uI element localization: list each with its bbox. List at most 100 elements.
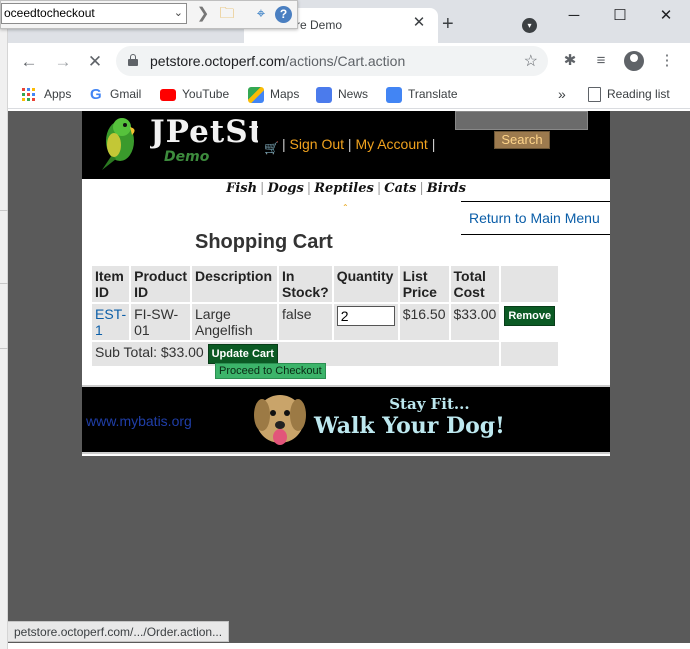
category-reptiles[interactable]: Reptiles (314, 181, 374, 196)
desktop-background (0, 0, 8, 649)
column-header: Total Cost (450, 266, 500, 302)
column-header: Quantity (333, 266, 398, 302)
category-cats[interactable]: Cats (384, 181, 416, 196)
bookmark-star-icon[interactable]: ☆ (524, 51, 538, 71)
google-icon: G (90, 85, 102, 103)
reading-list-label: Reading list (607, 87, 670, 101)
stop-loading-icon[interactable]: ✕ (84, 51, 106, 73)
total-cost: $33.00 (450, 304, 500, 340)
page-viewport: JPetStore Demo 🛒 | Sign Out | My Account… (8, 111, 690, 643)
search-button[interactable]: Search (494, 131, 550, 149)
new-tab-icon[interactable]: + (442, 14, 454, 34)
category-fish[interactable]: Fish (226, 181, 257, 196)
quantity-input[interactable] (336, 306, 395, 326)
column-header: Description (192, 266, 278, 302)
mybatis-link[interactable]: www.mybatis.org (86, 413, 192, 429)
profile-avatar-icon[interactable] (624, 51, 644, 71)
help-icon[interactable]: ? (275, 6, 292, 23)
logo-text[interactable]: JPetStore (150, 114, 258, 150)
product-id: FI-SW-01 (131, 304, 191, 340)
bookmark-maps[interactable]: Maps (248, 85, 299, 103)
bookmark-apps[interactable]: Apps (22, 85, 71, 103)
sign-out-link[interactable]: Sign Out (290, 136, 344, 152)
bookmark-label: Maps (270, 87, 300, 101)
remove-button[interactable]: Remove (504, 306, 556, 326)
cart-icon[interactable]: 🛒 (264, 141, 279, 155)
site-footer: www.mybatis.org Stay Fit... Walk Your Do… (82, 385, 610, 454)
bookmark-label: Apps (44, 87, 72, 101)
close-window-icon[interactable]: ✕ (654, 6, 678, 26)
maps-icon (248, 86, 264, 103)
bookmark-label: Gmail (110, 87, 142, 101)
status-bar-url: petstore.octoperf.com/.../Order.action..… (8, 621, 230, 642)
lock-icon[interactable] (128, 54, 138, 66)
media-control-icon[interactable]: ≡ (592, 52, 610, 70)
chevron-right-icon[interactable]: ❯ (193, 4, 213, 24)
bookmark-news[interactable]: News (316, 85, 368, 103)
page-title: Shopping Cart (195, 231, 333, 253)
my-account-link[interactable]: My Account (355, 136, 427, 152)
item-id-link[interactable]: EST-1 (95, 306, 126, 338)
browser-window: re Demo ✕ + ▾ ─ ☐ ✕ ← → ✕ petstore.octop… (8, 0, 690, 649)
target-icon[interactable]: ⌖ (251, 4, 271, 24)
tab-search-icon[interactable]: ▾ (522, 18, 537, 33)
description: Large Angelfish (192, 304, 278, 340)
update-cart-button[interactable]: Update Cart (207, 344, 278, 364)
locator-toolbar: oceedtocheckout ⌄ ❯ 🗀 ⌖ ? (0, 0, 298, 29)
chevron-down-icon[interactable]: ⌄ (174, 6, 183, 19)
bookmark-label: YouTube (182, 87, 230, 101)
tab-title: re Demo (296, 18, 343, 32)
desktop-divider (0, 283, 8, 284)
search-input[interactable] (455, 111, 588, 130)
dog-photo (254, 395, 306, 445)
subtotal-text: Sub Total: $33.00 (95, 344, 204, 360)
desktop-divider (0, 348, 8, 349)
column-header: In Stock? (279, 266, 332, 302)
bookmark-youtube[interactable]: YouTube (160, 85, 229, 103)
header-links: | Sign Out | My Account | (282, 136, 436, 152)
more-bookmarks-icon[interactable]: » (558, 85, 566, 103)
locator-combobox[interactable]: oceedtocheckout ⌄ (1, 3, 187, 24)
url-text: petstore.octoperf.com/actions/Cart.actio… (150, 53, 406, 69)
back-icon[interactable]: ← (18, 51, 40, 73)
jpetstore-page: JPetStore Demo 🛒 | Sign Out | My Account… (82, 111, 610, 456)
browser-toolbar: ← → ✕ petstore.octoperf.com/actions/Cart… (8, 43, 690, 79)
folder-icon[interactable]: 🗀 (217, 4, 237, 24)
reading-list-icon (588, 87, 601, 103)
news-icon (316, 86, 332, 103)
list-price: $16.50 (399, 304, 449, 340)
bookmarks-bar: Apps G Gmail YouTube Maps News Translate … (8, 79, 690, 109)
parrot-logo-icon[interactable] (92, 115, 142, 171)
category-dogs[interactable]: Dogs (267, 181, 303, 196)
column-header: List Price (399, 266, 449, 302)
column-header: Item ID (92, 266, 130, 302)
bookmark-gmail[interactable]: G Gmail (90, 85, 141, 103)
logo-demo: Demo (164, 149, 210, 165)
bookmark-label: News (338, 87, 369, 101)
address-bar[interactable]: petstore.octoperf.com/actions/Cart.actio… (116, 46, 548, 76)
cart-table: Item ID Product ID Description In Stock?… (90, 264, 560, 368)
extensions-icon[interactable]: ✱ (561, 52, 579, 70)
close-icon[interactable]: ✕ (410, 14, 428, 32)
bookmark-translate[interactable]: Translate (386, 85, 458, 103)
bookmark-label: Translate (408, 87, 458, 101)
table-header-row: Item ID Product ID Description In Stock?… (92, 266, 559, 302)
walk-your-dog-banner: Stay Fit... Walk Your Dog! (314, 395, 505, 439)
youtube-icon (160, 88, 176, 101)
site-header: JPetStore Demo 🛒 | Sign Out | My Account… (82, 111, 610, 179)
table-row: EST-1 FI-SW-01 Large Angelfish false $16… (92, 304, 559, 340)
return-box: Return to Main Menu (461, 201, 610, 235)
reading-list[interactable]: Reading list (588, 85, 670, 103)
return-to-main-menu-link[interactable]: Return to Main Menu (469, 210, 600, 226)
menu-kebab-icon[interactable]: ⋮ (658, 52, 676, 70)
forward-icon[interactable]: → (52, 51, 74, 73)
translate-icon (386, 86, 402, 103)
category-birds[interactable]: Birds (427, 181, 466, 196)
maximize-icon[interactable]: ☐ (608, 6, 632, 26)
category-nav: Fish | Dogs | Reptiles | Cats | Birds (226, 181, 466, 196)
in-stock: false (279, 304, 332, 340)
minimize-icon[interactable]: ─ (562, 6, 586, 26)
proceed-to-checkout-button[interactable]: Proceed to Checkout (215, 363, 326, 379)
separator-caret-icon: ⌃ (342, 203, 349, 212)
column-header: Product ID (131, 266, 191, 302)
